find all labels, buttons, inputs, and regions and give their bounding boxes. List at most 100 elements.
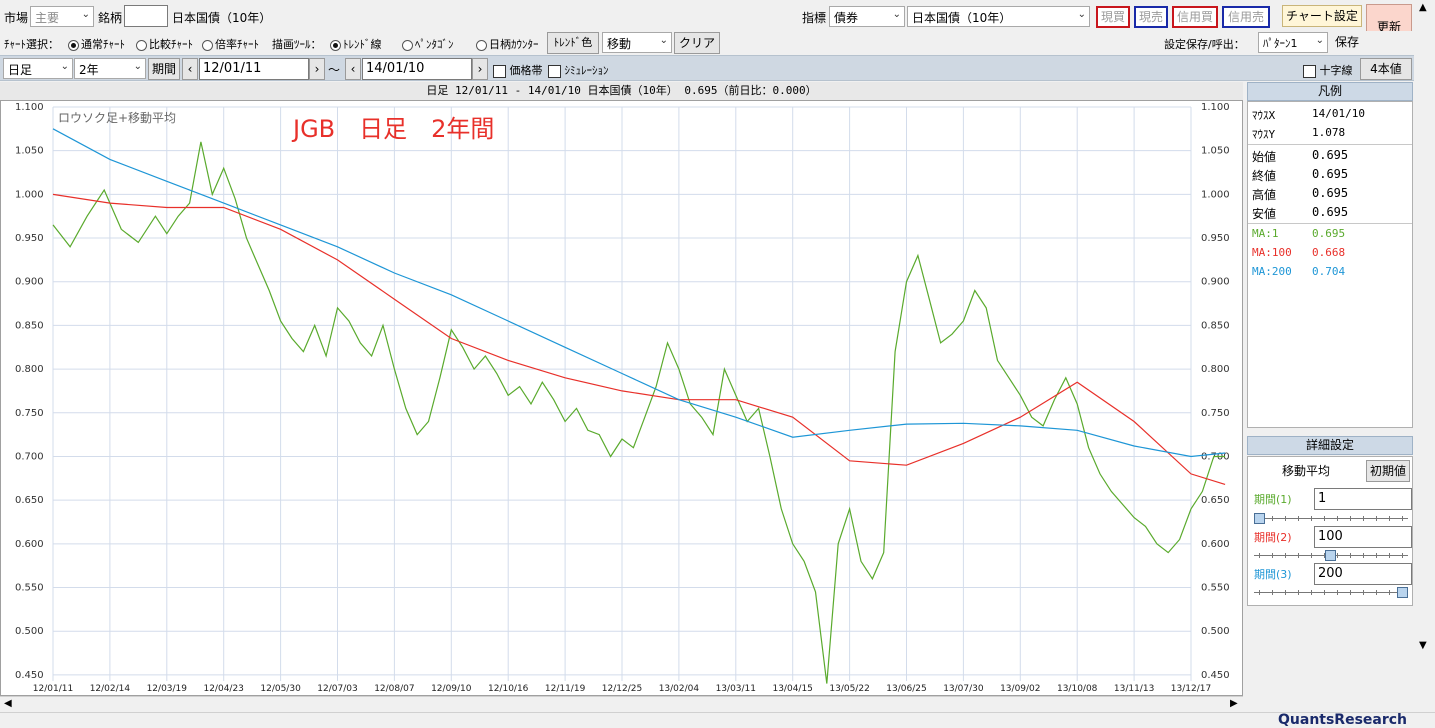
period3-slider[interactable]	[1254, 587, 1408, 598]
spot-buy-button[interactable]: 現買	[1096, 6, 1130, 28]
legend-mouse-y-label: ﾏｳｽY	[1252, 128, 1276, 141]
market-select[interactable]: 主要 ⌄	[30, 6, 94, 27]
date-from-next-button[interactable]: ›	[309, 58, 325, 80]
detail-settings-panel: 移動平均 初期値 期間(1) 1 期間(2) 100 期間(3) 200	[1247, 456, 1413, 606]
x-tick-label: 12/08/07	[374, 684, 414, 694]
date-from-input[interactable]: 12/01/11	[199, 58, 309, 80]
chart-header: 日足 12/01/11 - 14/01/10 日本国債（10年） 0.695（前…	[0, 82, 1243, 100]
period-button[interactable]: 期間	[148, 58, 180, 80]
y-tick-label: 0.800	[15, 364, 44, 375]
period-type-select[interactable]: 日足 ⌄	[3, 58, 73, 79]
legend-close-row: 終値 0.695	[1252, 167, 1348, 184]
x-tick-label: 13/07/30	[943, 684, 984, 694]
legend-mouse-x: 14/01/10	[1312, 107, 1365, 120]
tab-initial-values[interactable]: 初期値	[1366, 460, 1410, 482]
crosshair-label: 十字線	[1319, 64, 1353, 77]
y-tick-label-right: 0.850	[1201, 320, 1230, 331]
slider-thumb[interactable]	[1325, 550, 1337, 561]
chart-type-normal-label: 通常ﾁｬｰﾄ	[81, 38, 125, 51]
spot-sell-button[interactable]: 現売	[1134, 6, 1168, 28]
scroll-up-icon[interactable]: ▲	[1419, 2, 1427, 13]
save-button[interactable]: 保存	[1330, 32, 1364, 54]
price-chart[interactable]: 1.100 1.100 1.050 1.050 1.000 1.000 0.950 0.950…	[1, 101, 1242, 695]
chevron-right-icon: ›	[477, 62, 483, 76]
chart-area[interactable]: 1.100 1.100 1.050 1.050 1.000 1.000 0.950 0.950…	[0, 100, 1243, 696]
x-tick-label: 12/11/19	[545, 684, 586, 694]
clear-button[interactable]: クリア	[674, 32, 720, 54]
y-tick-label: 0.900	[15, 277, 44, 288]
move-select[interactable]: 移動 ⌄	[602, 32, 672, 53]
chart-type-normal[interactable]: 通常ﾁｬｰﾄ	[68, 36, 125, 52]
legend-ma100-row: MA:100 0.668	[1252, 246, 1345, 259]
y-tick-label-right: 0.900	[1201, 277, 1230, 288]
chart-settings-button[interactable]: チャート設定	[1282, 5, 1362, 27]
date-to-next-button[interactable]: ›	[472, 58, 488, 80]
trend-color-button[interactable]: ﾄﾚﾝﾄﾞ色	[547, 32, 599, 54]
chart-type-compare-label: 比較ﾁｬｰﾄ	[149, 38, 193, 51]
simulation-checkbox[interactable]: ｼﾐｭﾚｰｼｮﾝ	[548, 62, 609, 78]
period3-label: 期間(3)	[1254, 568, 1292, 581]
chart-subtitle: ロウソク足+移動平均	[58, 111, 177, 125]
span-select[interactable]: 2年 ⌄	[74, 58, 146, 79]
range-tilde: ～	[328, 63, 341, 77]
x-tick-label: 13/12/17	[1171, 684, 1211, 694]
price-band-label: 価格帯	[509, 64, 543, 77]
indicator-select-value: 債券	[834, 11, 859, 25]
radio-icon	[402, 39, 413, 51]
margin-sell-button[interactable]: 信用売	[1222, 6, 1270, 28]
chart-select-label: ﾁｬｰﾄ選択：	[4, 38, 59, 51]
chart-type-compare[interactable]: 比較ﾁｬｰﾄ	[136, 36, 193, 52]
y-tick-label-right: 1.000	[1201, 189, 1230, 200]
issue-code-input[interactable]	[124, 5, 168, 27]
date-from-prev-button[interactable]: ‹	[182, 58, 198, 80]
slider-thumb[interactable]	[1254, 513, 1265, 524]
y-tick-label-right: 0.750	[1201, 408, 1230, 419]
period2-input[interactable]: 100	[1314, 526, 1412, 548]
y-tick-label-right: 1.100	[1201, 102, 1230, 113]
period1-input[interactable]: 1	[1314, 488, 1412, 510]
draw-tool-trend[interactable]: ﾄﾚﾝﾄﾞ線	[330, 36, 382, 52]
pattern-select-value: ﾊﾟﾀｰﾝ1	[1263, 37, 1298, 50]
legend-high-row: 高値 0.695	[1252, 186, 1348, 203]
checkbox-icon	[548, 64, 561, 78]
date-to-input[interactable]: 14/01/10	[362, 58, 472, 80]
legend-mouse-x-row: ﾏｳｽX 14/01/10	[1252, 107, 1365, 123]
horizontal-scrollbar[interactable]: ◀ ▶	[0, 696, 1243, 712]
tab-moving-average[interactable]: 移動平均	[1250, 460, 1362, 482]
x-tick-label: 12/03/19	[147, 684, 188, 694]
crosshair-checkbox[interactable]: 十字線	[1303, 62, 1353, 78]
y-tick-label-right: 0.600	[1201, 539, 1230, 550]
scroll-left-icon[interactable]: ◀	[4, 698, 12, 709]
chart-type-ratio[interactable]: 倍率ﾁｬｰﾄ	[202, 36, 259, 52]
legend-panel: ﾏｳｽX 14/01/10 ﾏｳｽY 1.078 始値 0.695 終値 0.695 高…	[1247, 101, 1413, 428]
period2-slider[interactable]	[1254, 550, 1408, 561]
scroll-down-icon[interactable]: ▼	[1419, 640, 1427, 651]
radio-icon	[476, 39, 487, 51]
chevron-down-icon: ⌄	[60, 61, 69, 72]
y-tick-label: 0.500	[15, 626, 44, 637]
price-band-checkbox[interactable]: 価格帯	[493, 62, 543, 78]
draw-tool-label: 描画ﾂｰﾙ：	[272, 38, 322, 51]
x-tick-label: 12/05/30	[260, 684, 301, 694]
four-values-button[interactable]: 4本値	[1360, 58, 1412, 80]
draw-tool-counter[interactable]: 日柄ｶｳﾝﾀｰ	[476, 36, 539, 52]
period1-slider[interactable]	[1254, 513, 1408, 524]
pattern-select[interactable]: ﾊﾟﾀｰﾝ1 ⌄	[1258, 32, 1328, 53]
legend-mouse-y: 1.078	[1312, 126, 1346, 139]
legend-high: 0.695	[1312, 186, 1349, 200]
chevron-down-icon: ⌄	[892, 9, 901, 20]
margin-buy-button[interactable]: 信用買	[1172, 6, 1218, 28]
indicator-name-select[interactable]: 日本国債（10年） ⌄	[907, 6, 1090, 27]
period-toolbar: 日足 ⌄ 2年 ⌄ 期間 ‹ 12/01/11 › ～ ‹ 14/01/10 › 価…	[0, 55, 1435, 81]
vertical-scrollbar[interactable]: ▲ ▼	[1414, 0, 1435, 727]
slider-thumb[interactable]	[1397, 587, 1408, 598]
x-tick-label: 12/07/03	[317, 684, 357, 694]
period3-input[interactable]: 200	[1314, 563, 1412, 585]
chevron-right-icon: ›	[314, 62, 320, 76]
indicator-select[interactable]: 債券 ⌄	[829, 6, 905, 27]
date-to-prev-button[interactable]: ‹	[345, 58, 361, 80]
draw-tool-pentagon[interactable]: ﾍﾟﾝﾀｺﾞﾝ	[402, 36, 454, 52]
y-tick-label: 0.850	[15, 320, 44, 331]
x-tick-label: 12/02/14	[90, 684, 131, 694]
scroll-right-icon[interactable]: ▶	[1230, 698, 1238, 709]
